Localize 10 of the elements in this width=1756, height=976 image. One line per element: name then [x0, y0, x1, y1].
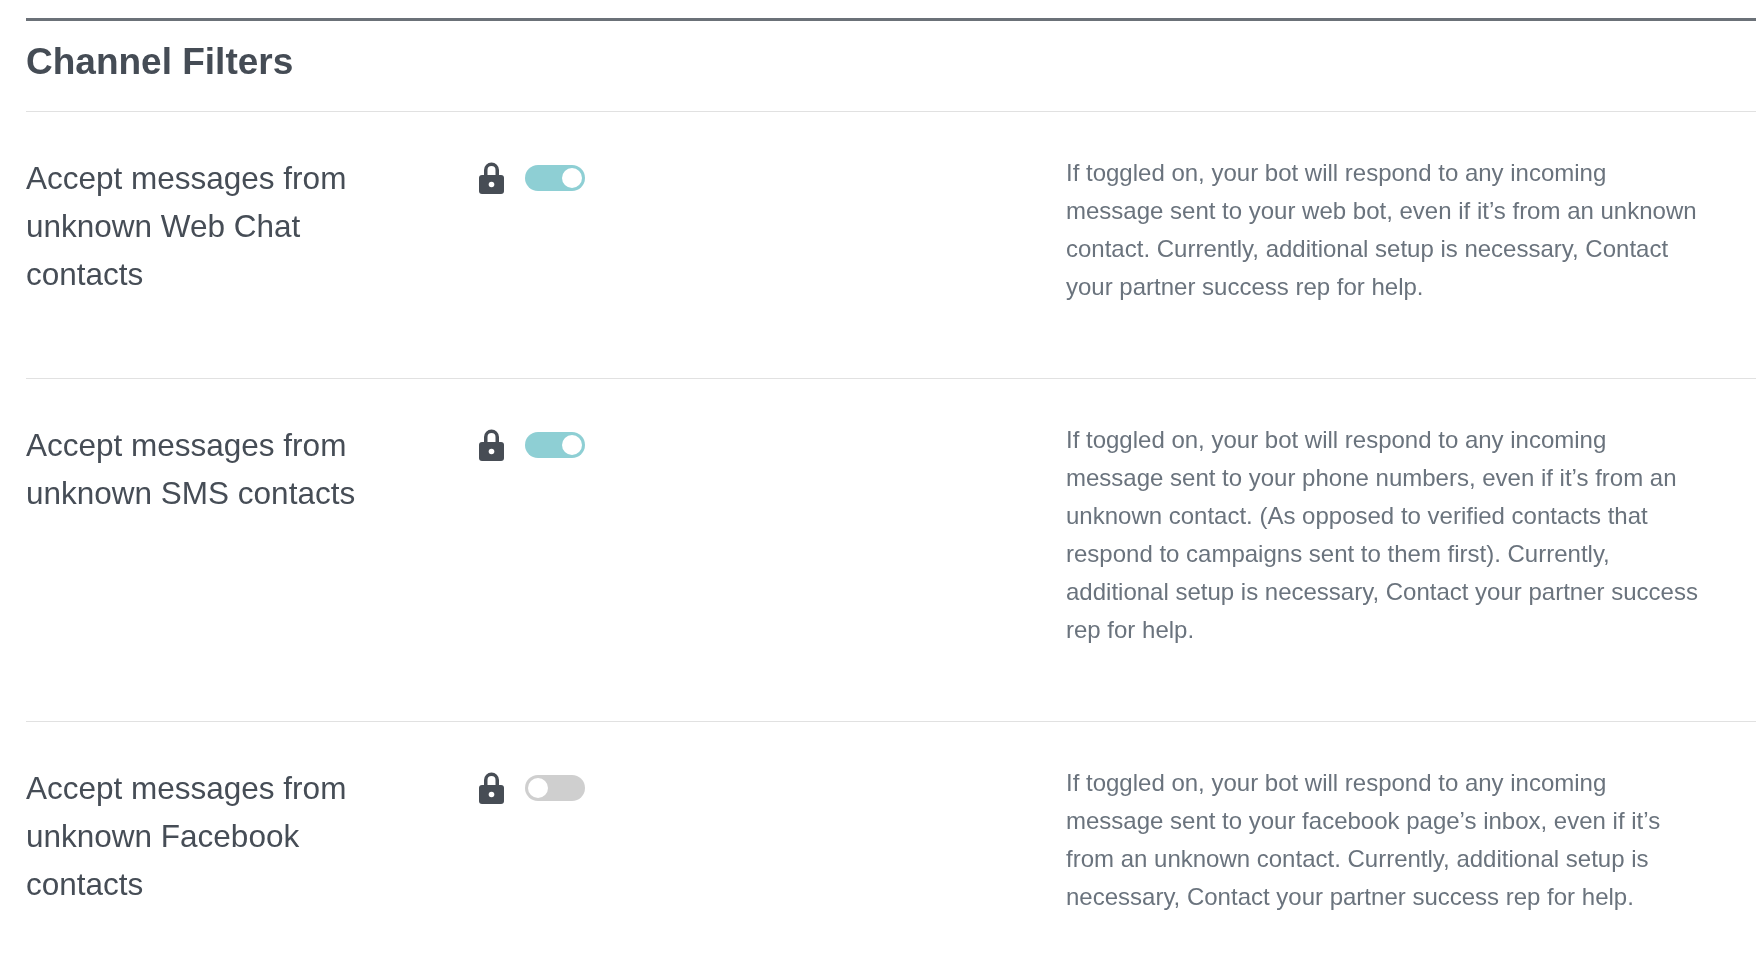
filter-label: Accept messages from unknown Web Chat contacts: [26, 159, 348, 294]
toggle-switch[interactable]: [525, 165, 585, 191]
filter-description: If toggled on, your bot will respond to any incoming message sent to your phone numbers, even if it’s from an unknown contact. (As opposed to verified contacts that respond to campaigns sent to them first). Currently, additional setup is necessary, Contact your partner success rep for help.: [1066, 425, 1699, 645]
filter-label: Accept messages from unknown SMS contacts: [26, 426, 357, 513]
toggle-switch[interactable]: [525, 432, 585, 458]
filter-description: If toggled on, your bot will respond to any incoming message sent to your facebook page’s inbox, even if it’s from an unknown contact. Currently, additional setup is necessary, Contact your partner success rep for help.: [1066, 768, 1662, 912]
toggle-switch[interactable]: [525, 775, 585, 801]
section-title: Channel Filters: [26, 21, 1756, 112]
filter-label: Accept messages from unknown Facebook contacts: [26, 769, 348, 904]
filter-description: If toggled on, your bot will respond to any incoming message sent to your web bot, even if it’s from an unknown contact. Currently, additional setup is necessary, Contact your partner success rep for help.: [1066, 158, 1698, 302]
